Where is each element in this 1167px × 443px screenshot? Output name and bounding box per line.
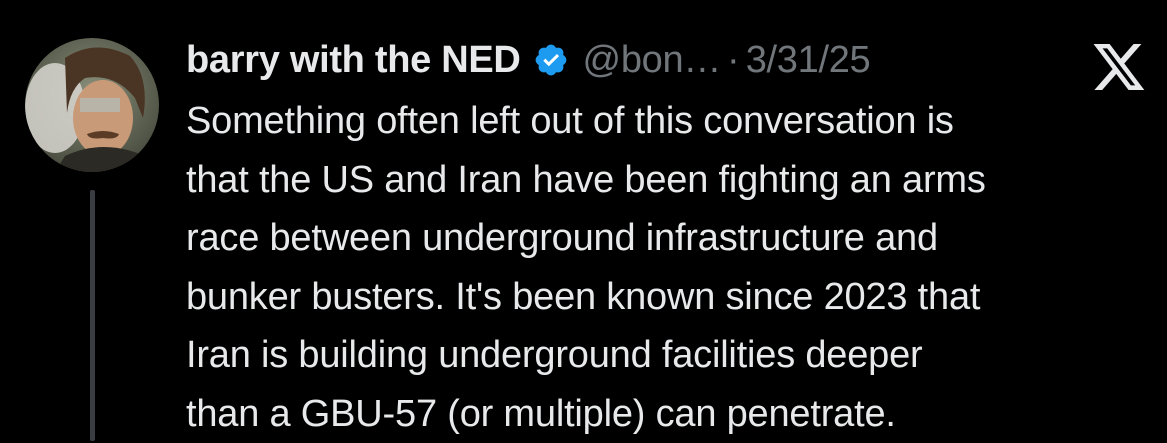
x-logo-icon — [1093, 44, 1145, 90]
tweet-text-line: race between underground infrastructure … — [186, 209, 1161, 268]
author-display-name[interactable]: barry with the NED — [186, 39, 521, 82]
tweet-text-line: than a GBU-57 (or multiple) can penetrat… — [186, 385, 1161, 443]
header-separator: · — [727, 39, 740, 82]
tweet[interactable]: barry with the NED @bon… · 3/31/25 Somet… — [0, 0, 1167, 441]
verified-badge-icon — [533, 42, 569, 78]
tweet-text-line: that the US and Iran have been fighting … — [186, 151, 1161, 210]
tweet-body: Something often left out of this convers… — [186, 92, 1161, 443]
thread-connector-line — [90, 190, 95, 441]
avatar-photo — [25, 38, 159, 172]
tweet-header: barry with the NED @bon… · 3/31/25 — [186, 36, 870, 84]
tweet-date[interactable]: 3/31/25 — [746, 39, 871, 82]
tweet-text-line: bunker busters. It's been known since 20… — [186, 268, 1161, 327]
tweet-text-line: Iran is building underground facilities … — [186, 326, 1161, 385]
tweet-text-line: Something often left out of this convers… — [186, 92, 1161, 151]
author-handle[interactable]: @bon… — [583, 39, 721, 82]
author-avatar[interactable] — [25, 38, 159, 172]
